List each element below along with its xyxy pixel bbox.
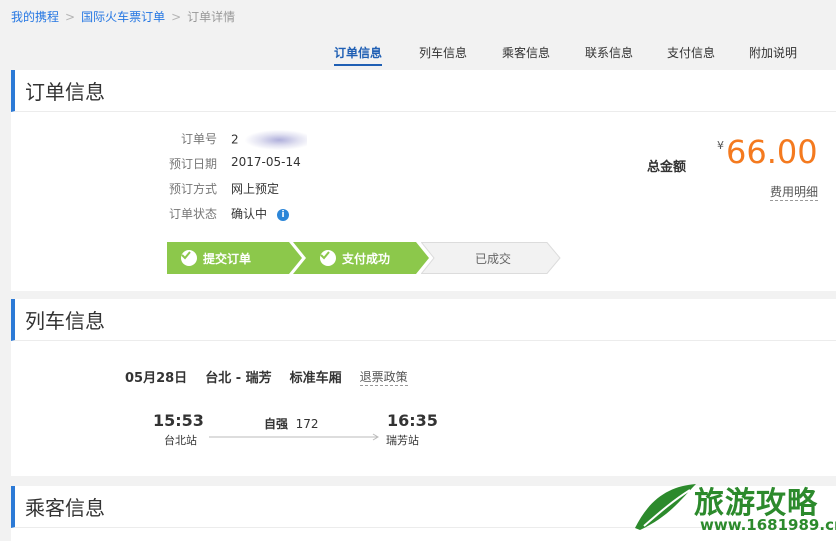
info-icon[interactable]: i <box>277 208 290 221</box>
order-status-label: 订单状态 <box>168 207 217 221</box>
check-icon <box>181 250 197 266</box>
order-info-title: 订单信息 <box>11 70 836 112</box>
travel-date: 05月28日 <box>125 371 188 386</box>
booking-method-value: 网上预定 <box>231 182 280 196</box>
currency-symbol: ¥ <box>717 139 724 152</box>
breadcrumb-train-orders[interactable]: 国际火车票订单 <box>81 8 165 25</box>
step-payment-success: 支付成功 <box>293 242 429 274</box>
breadcrumb-my-ctrip[interactable]: 我的携程 <box>11 8 59 25</box>
tab-payment-info[interactable]: 支付信息 <box>667 44 715 64</box>
step-label: 支付成功 <box>342 251 391 266</box>
booking-date-label: 预订日期 <box>168 157 217 171</box>
section-nav: 订单信息 列车信息 乘客信息 联系信息 支付信息 附加说明 <box>0 44 836 68</box>
refund-policy-link[interactable]: 退票政策 <box>359 368 408 386</box>
step-label: 提交订单 <box>203 251 252 266</box>
booking-method-label: 预订方式 <box>168 182 217 196</box>
arrive-time: 16:35 <box>387 411 438 430</box>
train-number: 自强 172 <box>264 417 319 431</box>
step-submit-order: 提交订单 <box>167 242 302 274</box>
depart-station: 台北站 <box>164 434 197 447</box>
total-amount-label: 总金额 <box>647 160 687 175</box>
site-watermark: 旅游攻略 www.1681989.cn <box>630 476 836 541</box>
tab-additional-notes[interactable]: 附加说明 <box>749 44 797 64</box>
arrive-station: 瑞芳站 <box>386 434 419 447</box>
booking-date-value: 2017-05-14 <box>231 155 301 169</box>
train-info-title: 列车信息 <box>11 299 836 341</box>
tab-passenger-info[interactable]: 乘客信息 <box>502 44 550 64</box>
tab-order-info[interactable]: 订单信息 <box>334 44 383 66</box>
breadcrumb-separator-icon: > <box>65 9 76 24</box>
route-summary: 05月28日 台北 - 瑞芳 标准车厢 退票政策 <box>125 367 408 386</box>
leaf-logo-icon <box>635 484 696 530</box>
step-label: 已成交 <box>475 251 512 266</box>
tab-train-info[interactable]: 列车信息 <box>419 44 467 64</box>
total-amount-value: 66.00 <box>726 133 818 171</box>
fee-detail-link[interactable]: 费用明细 <box>770 183 819 201</box>
arrow-right-icon <box>209 433 379 441</box>
car-class: 标准车厢 <box>289 371 342 386</box>
order-status-value: 确认中 i <box>231 205 290 222</box>
order-info-panel: 订单信息 订单号 2 预订日期 2017-05-14 预订方式 网上预定 订单状… <box>11 70 836 291</box>
route-name: 台北 - 瑞芳 <box>205 371 272 386</box>
depart-time: 15:53 <box>153 411 204 430</box>
step-completed: 已成交 <box>421 242 561 274</box>
watermark-url: www.1681989.cn <box>700 516 836 534</box>
breadcrumb-current: 订单详情 <box>187 10 236 24</box>
order-number-label: 订单号 <box>180 132 217 146</box>
tab-contact-info[interactable]: 联系信息 <box>585 44 633 64</box>
train-info-panel: 列车信息 05月28日 台北 - 瑞芳 标准车厢 退票政策 15:53 台北站 … <box>11 299 836 476</box>
breadcrumb-separator-icon: > <box>171 9 182 24</box>
order-number-value: 2 <box>231 130 307 150</box>
order-progress-steps: 提交订单 支付成功 已成交 <box>167 242 567 274</box>
check-icon <box>320 250 336 266</box>
redacted-blur <box>244 130 307 150</box>
breadcrumb: 我的携程 > 国际火车票订单 > 订单详情 <box>11 8 235 25</box>
